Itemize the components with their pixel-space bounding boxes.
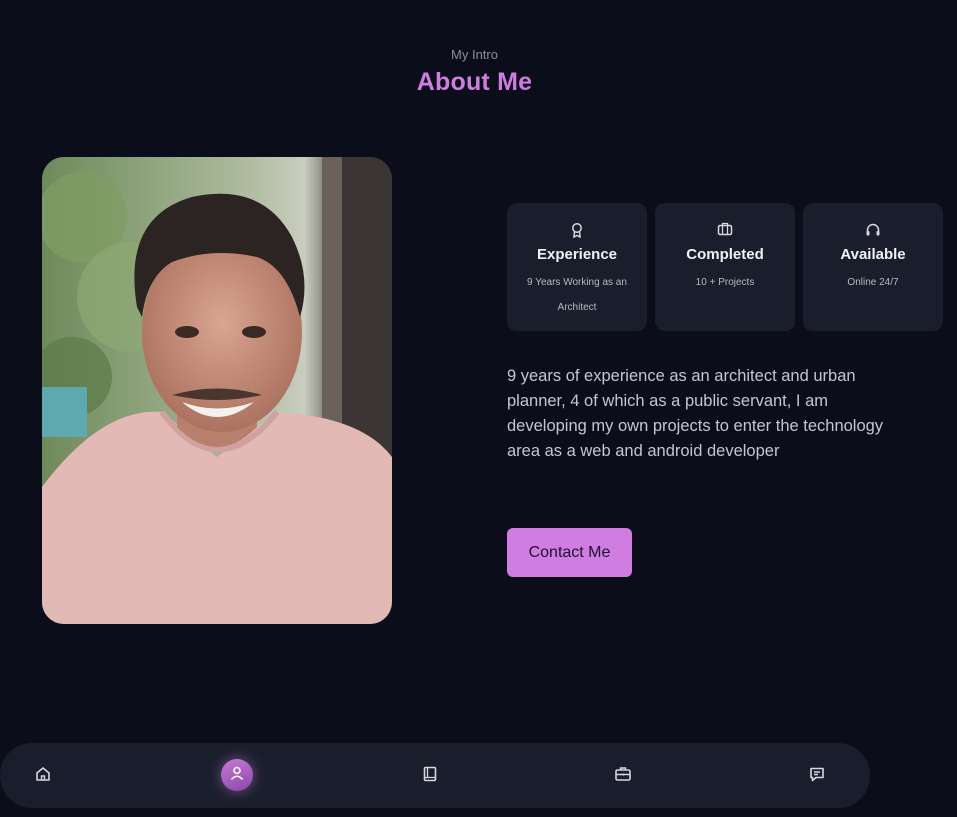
nav-about[interactable] [221, 759, 253, 791]
nav-contact[interactable] [800, 759, 834, 793]
info-card-subtitle: 10 + Projects [695, 277, 755, 288]
info-card-title: Completed [686, 246, 764, 263]
info-card-available: Available Online 24/7 [803, 203, 943, 331]
nav-portfolio[interactable] [606, 759, 640, 793]
briefcase-icon [655, 222, 795, 238]
section-title: About Me [416, 68, 533, 96]
info-card-title: Experience [536, 246, 618, 263]
info-card-subtitle: 9 Years Working as an Architect [527, 277, 627, 313]
section-subtitle: My Intro [451, 47, 498, 62]
user-icon [229, 765, 245, 786]
info-card-title: Available [840, 246, 906, 263]
about-description: 9 years of experience as an architect an… [507, 367, 884, 460]
briefcase-icon [614, 765, 632, 788]
bottom-nav [0, 743, 870, 808]
nav-skills[interactable] [413, 759, 447, 793]
headphones-icon [803, 222, 943, 238]
home-icon [34, 765, 52, 788]
info-card-subtitle: Online 24/7 [847, 277, 899, 288]
book-icon [421, 765, 439, 788]
profile-photo [42, 157, 392, 624]
contact-me-button[interactable]: Contact Me [507, 528, 632, 577]
info-card-experience: Experience 9 Years Working as an Archite… [507, 203, 647, 331]
nav-home[interactable] [26, 759, 60, 793]
message-icon [808, 765, 826, 788]
info-card-completed: Completed 10 + Projects [655, 203, 795, 331]
award-icon [507, 222, 647, 238]
